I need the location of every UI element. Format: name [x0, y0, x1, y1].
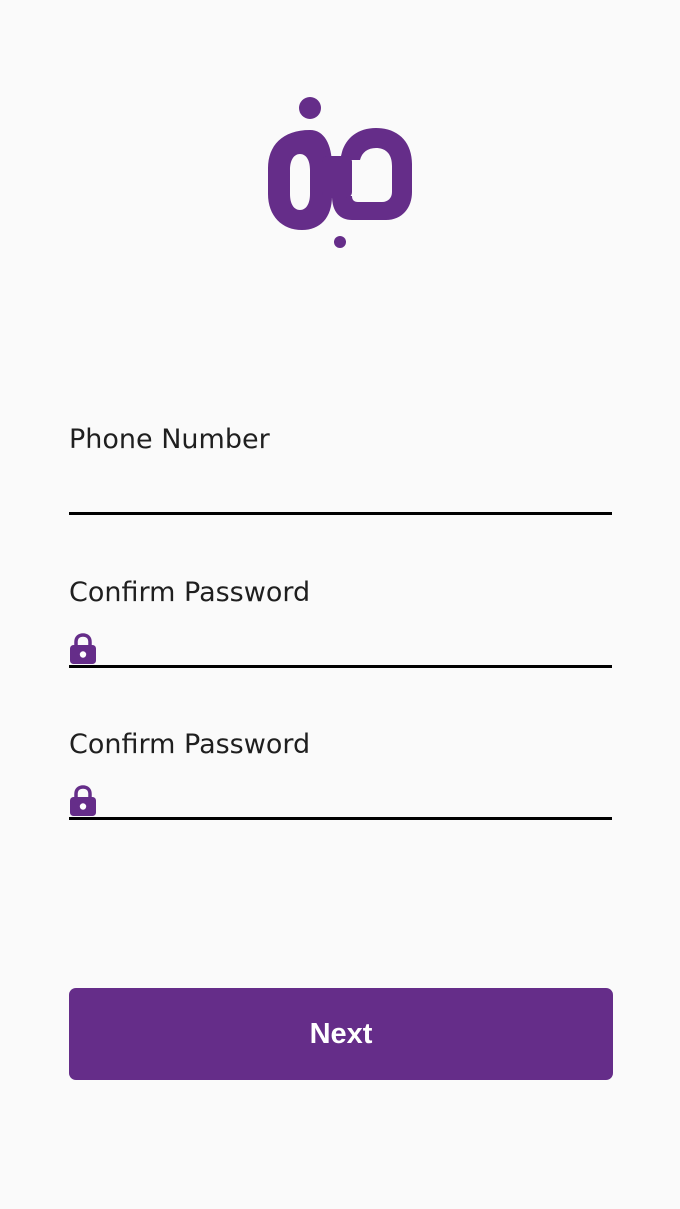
password-input[interactable] [69, 626, 612, 668]
password-label: Confirm Password [69, 577, 311, 608]
confirm-password-input[interactable] [69, 778, 612, 820]
confirm-password-label: Confirm Password [69, 729, 311, 760]
phone-number-label: Phone Number [69, 424, 270, 455]
password-field: Confirm Password [69, 576, 612, 680]
phone-number-input[interactable] [69, 473, 612, 515]
phone-number-field: Phone Number [69, 423, 612, 527]
next-button[interactable]: Next [69, 988, 613, 1080]
brand-logo-icon [268, 97, 412, 248]
confirm-password-field: Confirm Password [69, 728, 612, 832]
